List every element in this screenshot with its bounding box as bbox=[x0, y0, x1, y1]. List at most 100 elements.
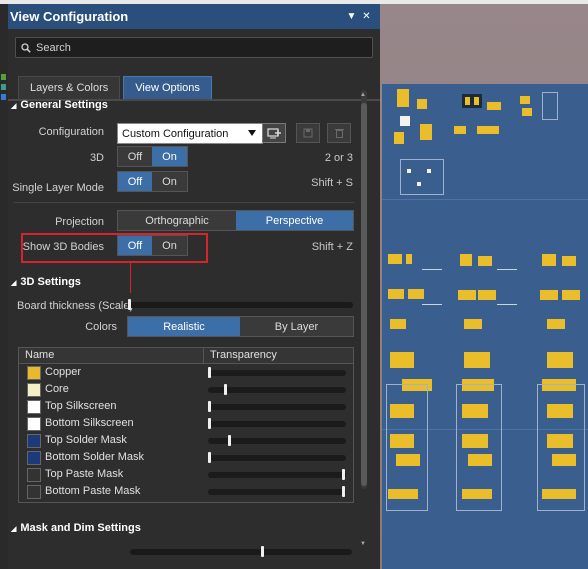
3d-label: 3D bbox=[89, 152, 104, 164]
slider-handle[interactable] bbox=[208, 401, 211, 412]
pcb-pad bbox=[547, 352, 573, 368]
mask-dim-slider[interactable] bbox=[130, 546, 352, 557]
slider-handle[interactable] bbox=[224, 384, 227, 395]
close-icon[interactable]: ✕ bbox=[359, 11, 374, 22]
search-placeholder: Search bbox=[36, 41, 71, 54]
slider-handle[interactable] bbox=[342, 469, 345, 480]
projection-toggle[interactable]: Orthographic Perspective bbox=[117, 210, 354, 231]
table-row[interactable]: Top Silkscreen bbox=[19, 398, 353, 415]
transparency-slider[interactable] bbox=[208, 469, 346, 480]
pcb-outline bbox=[542, 92, 558, 120]
table-row[interactable]: Bottom Solder Mask bbox=[19, 449, 353, 466]
panel-menu-icon[interactable]: ▼ bbox=[344, 11, 359, 22]
configuration-dropdown[interactable]: Custom Configuration bbox=[117, 123, 263, 144]
left-marker bbox=[1, 74, 6, 80]
3d-off-option[interactable]: Off bbox=[118, 147, 152, 166]
tab-layers-colors[interactable]: Layers & Colors bbox=[18, 76, 121, 99]
section-heading: Mask and Dim Settings bbox=[20, 522, 141, 534]
tab-view-options[interactable]: View Options bbox=[123, 76, 212, 99]
slider-handle[interactable] bbox=[208, 418, 211, 429]
projection-orthographic-option[interactable]: Orthographic bbox=[118, 211, 236, 230]
pcb-pad bbox=[408, 289, 424, 299]
section-3d-settings[interactable]: ◢ 3D Settings bbox=[11, 276, 81, 288]
color-swatch[interactable] bbox=[27, 485, 41, 499]
transparency-slider[interactable] bbox=[208, 418, 346, 429]
configuration-value: Custom Configuration bbox=[122, 127, 229, 140]
scroll-down-icon[interactable]: ▼ bbox=[360, 541, 366, 547]
transparency-slider[interactable] bbox=[208, 401, 346, 412]
panel-title-bar[interactable]: View Configuration ▼ ✕ bbox=[8, 4, 380, 29]
pcb-board-view[interactable] bbox=[382, 84, 588, 569]
color-swatch[interactable] bbox=[27, 468, 41, 482]
slider-handle[interactable] bbox=[208, 367, 211, 378]
color-swatch[interactable] bbox=[27, 417, 41, 431]
slider-handle[interactable] bbox=[342, 486, 345, 497]
colors-by-layer-option[interactable]: By Layer bbox=[240, 317, 353, 336]
save-icon bbox=[303, 128, 313, 138]
color-swatch[interactable] bbox=[27, 451, 41, 465]
layer-name: Bottom Silkscreen bbox=[45, 417, 134, 429]
save-configuration-button[interactable] bbox=[262, 123, 286, 143]
table-row[interactable]: Core bbox=[19, 381, 353, 398]
slider-handle[interactable] bbox=[228, 435, 231, 446]
left-marker bbox=[1, 94, 6, 100]
single-layer-on-option[interactable]: On bbox=[152, 172, 187, 191]
projection-perspective-option[interactable]: Perspective bbox=[236, 211, 353, 230]
colors-label: Colors bbox=[85, 321, 117, 333]
color-swatch[interactable] bbox=[27, 366, 41, 380]
3d-toggle[interactable]: Off On bbox=[117, 146, 188, 167]
pcb-label bbox=[497, 304, 517, 305]
view-configuration-panel: View Configuration ▼ ✕ Search Layers & C… bbox=[8, 4, 380, 569]
left-marker bbox=[1, 84, 6, 90]
colors-toggle[interactable]: Realistic By Layer bbox=[127, 316, 354, 337]
table-header: Name Transparency bbox=[19, 348, 353, 364]
table-row[interactable]: Bottom Paste Mask bbox=[19, 483, 353, 500]
configuration-label: Configuration bbox=[38, 126, 104, 138]
pcb-outline bbox=[456, 384, 502, 511]
transparency-slider[interactable] bbox=[208, 367, 346, 378]
layer-name: Core bbox=[45, 383, 69, 395]
delete-button[interactable] bbox=[327, 123, 351, 143]
table-row[interactable]: Top Solder Mask bbox=[19, 432, 353, 449]
section-general-settings[interactable]: ◢ General Settings bbox=[11, 99, 108, 111]
scroll-up-icon[interactable]: ▲ bbox=[360, 92, 366, 98]
color-swatch[interactable] bbox=[27, 383, 41, 397]
slider-handle[interactable] bbox=[128, 299, 131, 310]
section-mask-dim-settings[interactable]: ◢ Mask and Dim Settings bbox=[11, 522, 141, 534]
color-swatch[interactable] bbox=[27, 400, 41, 414]
pcb-pad bbox=[460, 254, 472, 266]
3d-on-option[interactable]: On bbox=[152, 147, 187, 166]
table-row[interactable]: Copper bbox=[19, 364, 353, 381]
single-layer-off-option[interactable]: Off bbox=[118, 172, 152, 191]
tab-bar: Layers & Colors View Options bbox=[18, 76, 380, 99]
table-row[interactable]: Top Paste Mask bbox=[19, 466, 353, 483]
pcb-pad bbox=[520, 96, 530, 104]
search-field[interactable]: Search bbox=[15, 37, 373, 58]
color-swatch[interactable] bbox=[27, 434, 41, 448]
pcb-pad bbox=[454, 126, 466, 134]
transparency-column-header[interactable]: Transparency bbox=[204, 348, 277, 363]
board-thickness-slider[interactable] bbox=[127, 299, 353, 310]
pcb-pad bbox=[478, 290, 496, 300]
pcb-pad bbox=[397, 89, 409, 107]
transparency-slider[interactable] bbox=[208, 486, 346, 497]
single-layer-mode-toggle[interactable]: Off On bbox=[117, 171, 188, 192]
slider-handle[interactable] bbox=[261, 546, 264, 557]
table-row[interactable]: Bottom Silkscreen bbox=[19, 415, 353, 432]
transparency-slider[interactable] bbox=[208, 384, 346, 395]
panel-scrollbar-thumb[interactable] bbox=[361, 103, 367, 486]
name-column-header[interactable]: Name bbox=[19, 348, 204, 363]
pcb-pad bbox=[465, 97, 470, 105]
pcb-pad bbox=[464, 352, 490, 368]
pcb-pad bbox=[522, 108, 532, 116]
layer-name: Top Silkscreen bbox=[45, 400, 117, 412]
slider-handle[interactable] bbox=[208, 452, 211, 463]
pcb-outline bbox=[386, 384, 428, 511]
colors-realistic-option[interactable]: Realistic bbox=[128, 317, 240, 336]
transparency-slider[interactable] bbox=[208, 435, 346, 446]
pcb-label bbox=[497, 269, 517, 270]
search-icon bbox=[21, 42, 31, 53]
pcb-pad bbox=[406, 254, 412, 264]
disk-button[interactable] bbox=[296, 123, 320, 143]
transparency-slider[interactable] bbox=[208, 452, 346, 463]
